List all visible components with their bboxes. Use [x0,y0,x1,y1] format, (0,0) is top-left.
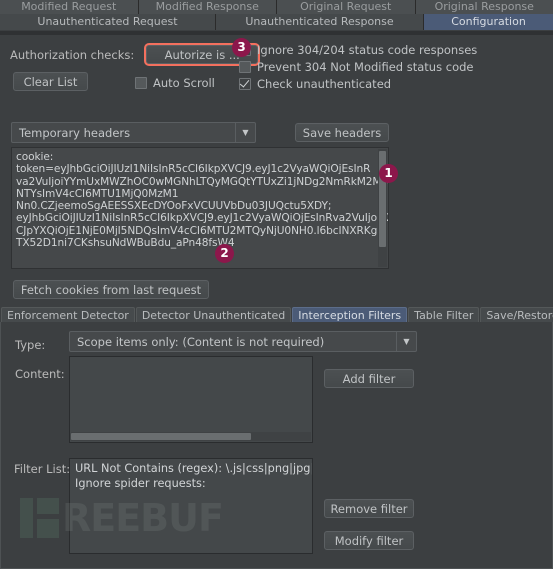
callout-badge-1: 1 [379,164,398,183]
tab-modified-response[interactable]: Modified Response [139,0,278,14]
callout-badge-2: 2 [215,244,234,263]
checkbox-auto-scroll[interactable]: Auto Scroll [135,75,215,90]
chevron-down-icon-type[interactable]: ▼ [396,332,416,351]
filter-list-box[interactable]: URL Not Contains (regex): \.js|css|png|j… [69,458,313,554]
tab-save-restore[interactable]: Save/Restore [480,307,553,323]
primary-tab-strip[interactable]: Modified Request Modified Response Origi… [0,0,553,14]
clear-list-button[interactable]: Clear List [13,72,88,91]
tab-unauthenticated-request[interactable]: Unauthenticated Request [0,14,216,30]
content-textarea-value[interactable] [70,357,312,360]
type-combo-value: Scope items only: (Content is not requir… [70,335,396,349]
tab-modified-request[interactable]: Modified Request [0,0,139,14]
tab-unauthenticated-response[interactable]: Unauthenticated Response [216,14,424,30]
tab-interception-filters[interactable]: Interception Filters [292,307,407,323]
checkbox-prevent-304[interactable]: Prevent 304 Not Modified status code [239,59,477,74]
tab-table-filter[interactable]: Table Filter [408,307,479,323]
content-label: Content: [15,367,65,381]
modify-filter-button[interactable]: Modify filter [324,531,414,550]
clear-list-button-label[interactable]: Clear List [13,72,88,91]
callout-badge-3: 3 [232,38,251,57]
tab-detector-unauthenticated[interactable]: Detector Unauthenticated [136,307,291,323]
add-filter-button[interactable]: Add filter [324,369,414,388]
content-textarea[interactable] [69,356,313,443]
headers-type-combo[interactable]: Temporary headers ▼ [11,122,256,143]
filters-tab-strip[interactable]: Enforcement Detector Detector Unauthenti… [0,306,553,323]
tab-original-request[interactable]: Original Request [277,0,416,14]
tab-enforcement-detector[interactable]: Enforcement Detector [1,307,135,323]
checkbox-label-ignore-304-204: Ignore 304/204 status code responses [257,43,477,57]
headers-textarea[interactable]: cookie: token=eyJhbGciOiJIUzI1NiIsInR5cC… [11,147,389,269]
checkbox-check-unauthenticated[interactable]: Check unauthenticated [239,76,477,91]
checkbox-box-check-unauthenticated[interactable] [239,78,251,90]
checkbox-ignore-304-204[interactable]: Ignore 304/204 status code responses [239,42,477,57]
headers-type-combo-value: Temporary headers [12,126,235,140]
authorization-checks-label: Authorization checks: [10,48,134,62]
remove-filter-button[interactable]: Remove filter [324,499,414,518]
content-hscroll-thumb[interactable] [71,433,251,440]
tab-original-response[interactable]: Original Response [416,0,553,14]
chevron-down-icon[interactable]: ▼ [235,123,255,142]
panel-left-scrollbar[interactable] [1,322,7,568]
filter-list-items[interactable]: URL Not Contains (regex): \.js|css|png|j… [70,459,312,491]
filter-list-label: Filter List: [14,462,70,476]
checkbox-label-prevent-304: Prevent 304 Not Modified status code [257,60,473,74]
type-label: Type: [15,338,45,352]
content-hscrollbar[interactable] [71,432,311,441]
tab-configuration[interactable]: Configuration [424,14,553,30]
secondary-tab-strip[interactable]: Unauthenticated Request Unauthenticated … [0,14,553,30]
authorization-checks-row: Authorization checks: Autorize is ... [10,45,258,64]
checkbox-label-auto-scroll: Auto Scroll [153,76,215,90]
options-checkbox-group: Ignore 304/204 status code responses Pre… [239,42,477,91]
tab-divider [0,31,553,35]
checkbox-box-prevent-304[interactable] [239,61,251,73]
type-combo[interactable]: Scope items only: (Content is not requir… [69,331,417,352]
save-headers-button[interactable]: Save headers [295,123,389,142]
headers-textarea-content[interactable]: cookie: token=eyJhbGciOiJIUzI1NiIsInR5cC… [12,148,388,268]
checkbox-box-auto-scroll[interactable] [135,77,147,89]
interception-filters-panel: Type: Scope items only: (Content is not … [0,322,553,569]
fetch-cookies-button[interactable]: Fetch cookies from last request [13,280,209,299]
checkbox-label-check-unauthenticated: Check unauthenticated [257,77,391,91]
